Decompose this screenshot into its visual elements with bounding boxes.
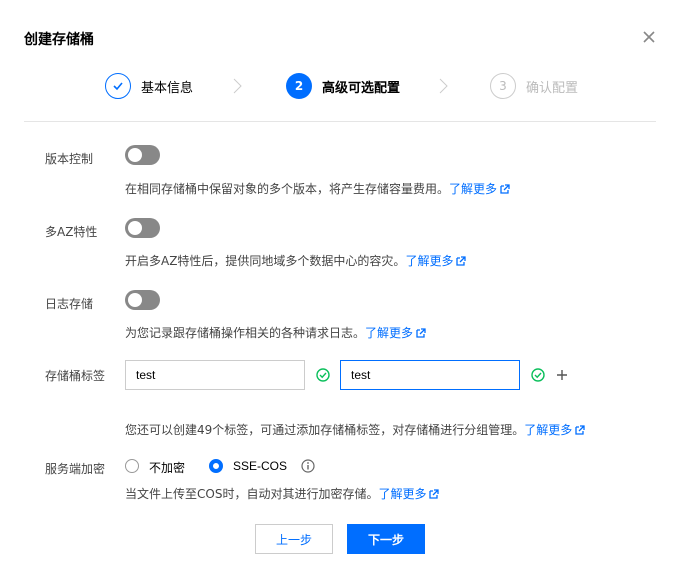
chevron-right-icon [439,78,448,94]
dialog-title: 创建存储桶 [24,32,94,48]
multi-az-label: 多AZ特性 [45,225,98,239]
radio-no-encryption[interactable] [125,459,139,473]
logging-learn-more-link[interactable]: 了解更多 [365,326,426,340]
tags-desc-text: 您还可以创建49个标签，可通过添加存储桶标签，对存储桶进行分组管理。 [125,423,525,437]
step-number: 2 [286,73,312,99]
tags-desc: 您还可以创建49个标签，可通过添加存储桶标签，对存储桶进行分组管理。了解更多 [125,421,585,438]
external-link-icon [456,256,467,266]
logging-desc-text: 为您记录跟存储桶操作相关的各种请求日志。 [125,326,366,340]
external-link-icon [416,328,426,338]
check-circle-icon [531,368,545,382]
tags-label: 存储桶标签 [45,369,106,383]
step-advanced-config: 2 高级可选配置 [286,72,400,100]
step-label: 确认配置 [526,80,579,96]
stepper: 基本信息 2 高级可选配置 3 确认配置 [0,72,681,104]
encryption-label: 服务端加密 [45,462,106,476]
versioning-label: 版本控制 [45,152,94,166]
versioning-desc: 在相同存储桶中保留对象的多个版本，将产生存储容量费用。了解更多 [125,180,510,197]
external-link-icon [575,425,585,435]
chevron-right-icon [233,78,242,94]
tag-value-input[interactable]: test [340,360,520,390]
multi-az-learn-more-link[interactable]: 了解更多 [405,254,467,268]
versioning-learn-more-link[interactable]: 了解更多 [449,182,510,196]
close-icon[interactable] [641,29,657,45]
step-label: 高级可选配置 [322,80,401,96]
logging-desc: 为您记录跟存储桶操作相关的各种请求日志。了解更多 [125,324,426,341]
versioning-desc-text: 在相同存储桶中保留对象的多个版本，将产生存储容量费用。 [125,182,450,196]
divider [24,121,656,122]
learn-more-text: 了解更多 [378,487,427,501]
next-step-button[interactable]: 下一步 [347,524,425,554]
radio-sse-cos[interactable] [209,459,223,473]
encryption-desc-text: 当文件上传至COS时，自动对其进行加密存储。 [125,487,379,501]
prev-step-button[interactable]: 上一步 [255,524,333,554]
multi-az-desc-text: 开启多AZ特性后，提供同地域多个数据中心的容灾。 [125,254,406,268]
external-link-icon [429,489,440,499]
info-icon[interactable] [301,459,315,473]
multi-az-desc: 开启多AZ特性后，提供同地域多个数据中心的容灾。了解更多 [125,252,467,269]
plus-icon[interactable] [555,368,569,382]
step-confirm-config: 3 确认配置 [490,72,578,100]
logging-label: 日志存储 [45,297,94,311]
external-link-icon [500,184,510,194]
radio-no-encryption-label: 不加密 [149,461,186,475]
tag-key-input[interactable]: test [125,360,305,390]
logging-toggle[interactable] [125,290,160,310]
encryption-desc: 当文件上传至COS时，自动对其进行加密存储。了解更多 [125,485,440,502]
learn-more-text: 了解更多 [449,182,498,196]
step-label: 基本信息 [141,80,194,96]
check-circle-icon [316,368,330,382]
step-basic-info: 基本信息 [105,72,193,100]
step-number: 3 [490,73,516,99]
learn-more-text: 了解更多 [524,423,573,437]
tags-learn-more-link[interactable]: 了解更多 [524,423,585,437]
encryption-learn-more-link[interactable]: 了解更多 [378,487,440,501]
radio-sse-cos-label: SSE-COS [233,459,288,473]
multi-az-toggle[interactable] [125,218,160,238]
versioning-toggle[interactable] [125,145,160,165]
check-icon [105,73,131,99]
create-bucket-dialog: 创建存储桶 基本信息 2 高级可选配置 3 确认配置 版本控制 在相同存储桶中保… [0,0,681,583]
learn-more-text: 了解更多 [405,254,454,268]
learn-more-text: 了解更多 [365,326,414,340]
